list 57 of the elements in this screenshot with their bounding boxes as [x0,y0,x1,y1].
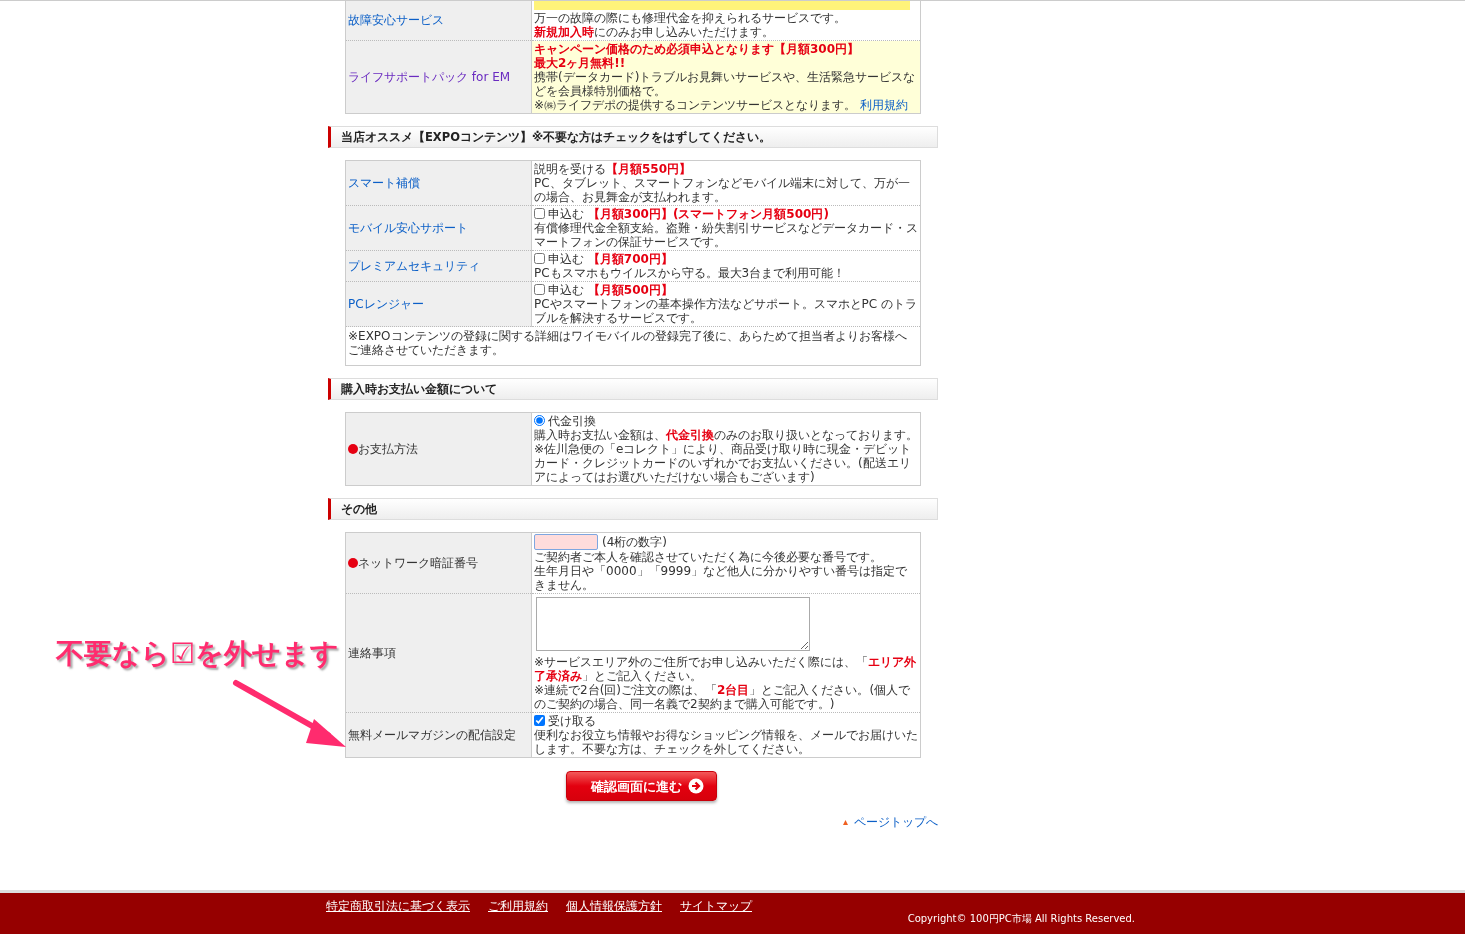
copyright-text: Copyright© 100円PC市場 All Rights Reserved. [907,912,1135,926]
description-text: 万一の故障の際にも修理代金を抑えられるサービスです。 [534,11,847,25]
required-dot [348,444,358,454]
field-label: ネットワーク暗証番号 [358,556,478,570]
option-label[interactable]: 申込む 【月額500円】 [548,283,673,297]
field-label: お支払方法 [358,442,418,456]
footer-link[interactable]: ご利用規約 [488,899,548,913]
description-text: PC、タブレット、スマートフォンなどモバイル端末に対して、万が一の場合、お見舞金が支払われます。 [534,176,911,204]
description-text: 購入時お支払い金額は、代金引換のみのお取り扱いとなっております。 [534,428,918,442]
description-text: ※連続で2台(回)ご注文の際は、「2台目」とご記入ください。(個人でのご契約の場合、同一名義で2契約まで購入可能です。) [534,683,912,711]
service-link[interactable]: モバイル安心サポート [348,221,468,235]
description-text: 携帯(データカード)トラブルお見舞いサービスや、生活緊急サービスなどを会員様特別価格で。 [534,70,917,98]
footer-link[interactable]: 個人情報保護方針 [566,899,662,913]
checkbox[interactable] [534,284,545,295]
description-text: ご契約者ご本人を確認させていただく為に今後必要な番号です。 [534,550,883,564]
description-text: 説明を受ける【月額550円】 [534,162,693,176]
annotation-text: 不要なら☑を外せます [56,637,340,671]
radio[interactable] [534,415,545,426]
checkbox[interactable] [534,208,545,219]
section-heading: その他 [328,498,938,520]
arrow-right-icon [688,778,704,794]
description-text: 新規加入時にのみお申し込みいただけます。 [534,25,775,39]
option-label[interactable]: 受け取る [548,714,596,728]
service-link[interactable]: PCレンジャー [348,297,424,311]
note-text: ※EXPOコンテンツの登録に関する詳細はワイモバイルの登録完了後に、あらためて担当者よりお客様へご連絡させていただきます。 [348,329,908,357]
option-label[interactable]: 代金引換 [548,414,596,428]
message-textarea[interactable] [536,597,810,651]
checkbox[interactable] [534,253,545,264]
pin-input-field[interactable] [534,534,598,550]
required-dot [348,558,358,568]
triangle-icon [843,820,848,825]
description-text: 最大2ヶ月無料!! [534,56,627,70]
description-text: PCもスマホもウイルスから守る。最大3台まで利用可能！ [534,266,847,280]
field-label: 連絡事項 [348,646,396,660]
terms-link[interactable]: 利用規約 [860,98,909,112]
description-text: ※サービスエリア外のご住所でお申し込みいただく際には、「エリア外了承済み」とご記入ください。 [534,655,918,683]
description-text: PCやスマートフォンの基本操作方法などサポート。スマホとPC のトラブルを解決するサービスです。 [534,297,918,325]
checkbox[interactable] [534,715,545,726]
service-link[interactable]: スマート補償 [348,176,420,190]
section-heading: 購入時お支払い金額について [328,378,938,400]
page-top-link[interactable]: ページトップへ [854,815,938,829]
option-label[interactable]: 申込む 【月額300円】(スマートフォン月額500円) [548,207,829,221]
confirm-button[interactable]: 確認画面に進む [566,771,717,801]
footer-link[interactable]: サイトマップ [680,899,752,913]
input-hint: (4桁の数字) [602,534,667,549]
description-text: キャンペーン価格のため必須申込となります【月額300円】 [534,42,861,56]
section-heading: 当店オススメ【EXPOコンテンツ】※不要な方はチェックをはずしてください。 [328,126,938,148]
option-label[interactable]: 申込む 【月額700円】 [548,252,673,266]
field-label: 無料メールマガジンの配信設定 [348,728,516,742]
description-text: 有償修理代金全額支給。盗難・紛失割引サービスなどデータカード・スマートフォンの保証サービスです。 [534,221,918,249]
footer-link[interactable]: 特定商取引法に基づく表示 [326,899,470,913]
description-text: ※㈱ライフデポの提供するコンテンツサービスとなります。 利用規約 [534,98,910,112]
service-link[interactable]: ライフサポートパック for EM [348,70,511,84]
description-text: 便利なお役立ち情報やお得なショッピング情報を、メールでお届けいたします。不要な方は、チェックを外してください。 [534,728,918,756]
service-link[interactable]: 故障安心サービス [348,12,444,27]
description-text: 生年月日や「0000」「9999」など他人に分かりやすい番号は指定できません。 [534,564,909,592]
description-text: ※佐川急便の「eコレクト」により、商品受け取り時に現金・デビットカード・クレジットカードのいずれかでお支払いください。(配送エリアによってはお選びいただけない場合もございます) [534,442,913,484]
